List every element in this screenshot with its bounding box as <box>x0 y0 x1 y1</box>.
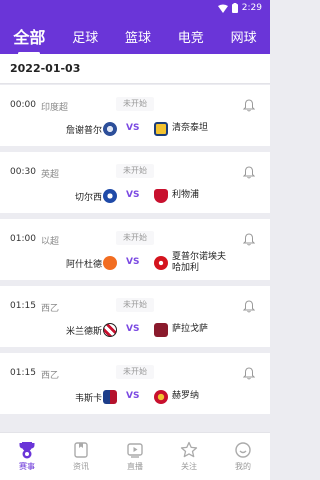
home-team-logo <box>103 256 117 270</box>
league-name: 西乙 <box>41 304 60 314</box>
match-card[interactable]: 00:30 英超 未开始 切尔西 VS 利物浦 <box>0 152 270 213</box>
match-time: 00:30 <box>10 167 36 177</box>
date-label: 2022-01-03 <box>10 62 81 75</box>
away-team-name: 赫罗纳 <box>172 391 200 401</box>
tab-tennis[interactable]: 网球 <box>231 27 257 46</box>
tab-esports[interactable]: 电竞 <box>178 27 204 46</box>
profile-icon <box>235 442 251 458</box>
nav-follow[interactable]: 关注 <box>162 433 216 480</box>
away-team-logo <box>154 122 168 136</box>
star-icon <box>180 441 198 458</box>
away-team-name: 萨拉戈萨 <box>172 324 209 334</box>
bell-icon[interactable] <box>243 233 255 246</box>
vs-label: VS <box>126 391 140 401</box>
match-card[interactable]: 01:00 以超 未开始 阿什杜德 VS 夏普尔诺埃夫哈加利 <box>0 219 270 280</box>
home-team-logo <box>103 189 117 203</box>
match-status: 未开始 <box>116 298 154 312</box>
status-bar: 2:29 <box>0 0 270 18</box>
away-team-name: 清奈泰坦 <box>172 123 209 133</box>
match-card[interactable]: 00:00 印度超 未开始 詹谢普尔 VS 清奈泰坦 <box>0 85 270 146</box>
home-team-name: 韦斯卡 <box>74 394 102 404</box>
battery-icon <box>231 3 238 13</box>
match-status: 未开始 <box>116 164 154 178</box>
live-icon <box>127 443 143 458</box>
away-team-logo <box>154 189 168 203</box>
away-team-name: 夏普尔诺埃夫哈加利 <box>172 252 227 273</box>
vs-label: VS <box>126 257 140 267</box>
nav-label: 直播 <box>127 462 143 471</box>
home-team-logo <box>103 122 117 136</box>
nav-label: 资讯 <box>73 462 89 471</box>
away-team-logo <box>154 390 168 404</box>
home-team-logo <box>103 323 117 337</box>
match-time: 01:15 <box>10 301 36 311</box>
league-name: 印度超 <box>41 103 69 113</box>
status-time: 2:29 <box>241 3 262 13</box>
bottom-nav: 赛事 资讯 直播 关注 我的 <box>0 432 270 480</box>
league-name: 西乙 <box>41 371 60 381</box>
nav-news[interactable]: 资讯 <box>54 433 108 480</box>
home-team-name: 米兰德斯 <box>65 327 102 337</box>
bell-icon[interactable] <box>243 166 255 179</box>
home-team-name: 詹谢普尔 <box>65 126 102 136</box>
nav-profile[interactable]: 我的 <box>216 433 270 480</box>
status-icons: 2:29 <box>217 3 262 13</box>
vs-label: VS <box>126 190 140 200</box>
vs-label: VS <box>126 324 140 334</box>
league-name: 以超 <box>41 237 60 247</box>
match-card[interactable]: 01:15 西乙 未开始 米兰德斯 VS 萨拉戈萨 <box>0 286 270 347</box>
away-team-name: 利物浦 <box>172 190 200 200</box>
tab-football[interactable]: 足球 <box>72 27 98 46</box>
home-team-logo <box>103 390 117 404</box>
home-team-name: 切尔西 <box>74 193 102 203</box>
wifi-icon <box>217 4 228 13</box>
away-team-logo <box>154 323 168 337</box>
nav-label: 关注 <box>181 462 197 471</box>
trophy-icon <box>19 442 35 459</box>
match-card[interactable]: 01:15 西乙 未开始 韦斯卡 VS 赫罗纳 <box>0 353 270 414</box>
nav-label: 我的 <box>235 462 251 471</box>
match-time: 01:00 <box>10 234 36 244</box>
league-name: 英超 <box>41 170 60 180</box>
match-status: 未开始 <box>116 231 154 245</box>
bell-icon[interactable] <box>243 99 255 112</box>
away-team-logo <box>154 256 168 270</box>
home-team-name: 阿什杜德 <box>65 260 102 270</box>
sport-tabs: 全部 足球 篮球 电竞 网球 <box>0 18 270 55</box>
bell-icon[interactable] <box>243 300 255 313</box>
tab-all[interactable]: 全部 <box>13 24 45 55</box>
vs-label: VS <box>126 123 140 133</box>
nav-events[interactable]: 赛事 <box>0 433 54 480</box>
match-status: 未开始 <box>116 97 154 111</box>
nav-label: 赛事 <box>19 462 35 471</box>
match-time: 00:00 <box>10 100 36 110</box>
nav-live[interactable]: 直播 <box>108 433 162 480</box>
bell-icon[interactable] <box>243 367 255 380</box>
tab-basketball[interactable]: 篮球 <box>125 27 151 46</box>
match-status: 未开始 <box>116 365 154 379</box>
date-header: 2022-01-03 <box>0 54 270 84</box>
news-icon <box>74 442 88 458</box>
match-time: 01:15 <box>10 368 36 378</box>
